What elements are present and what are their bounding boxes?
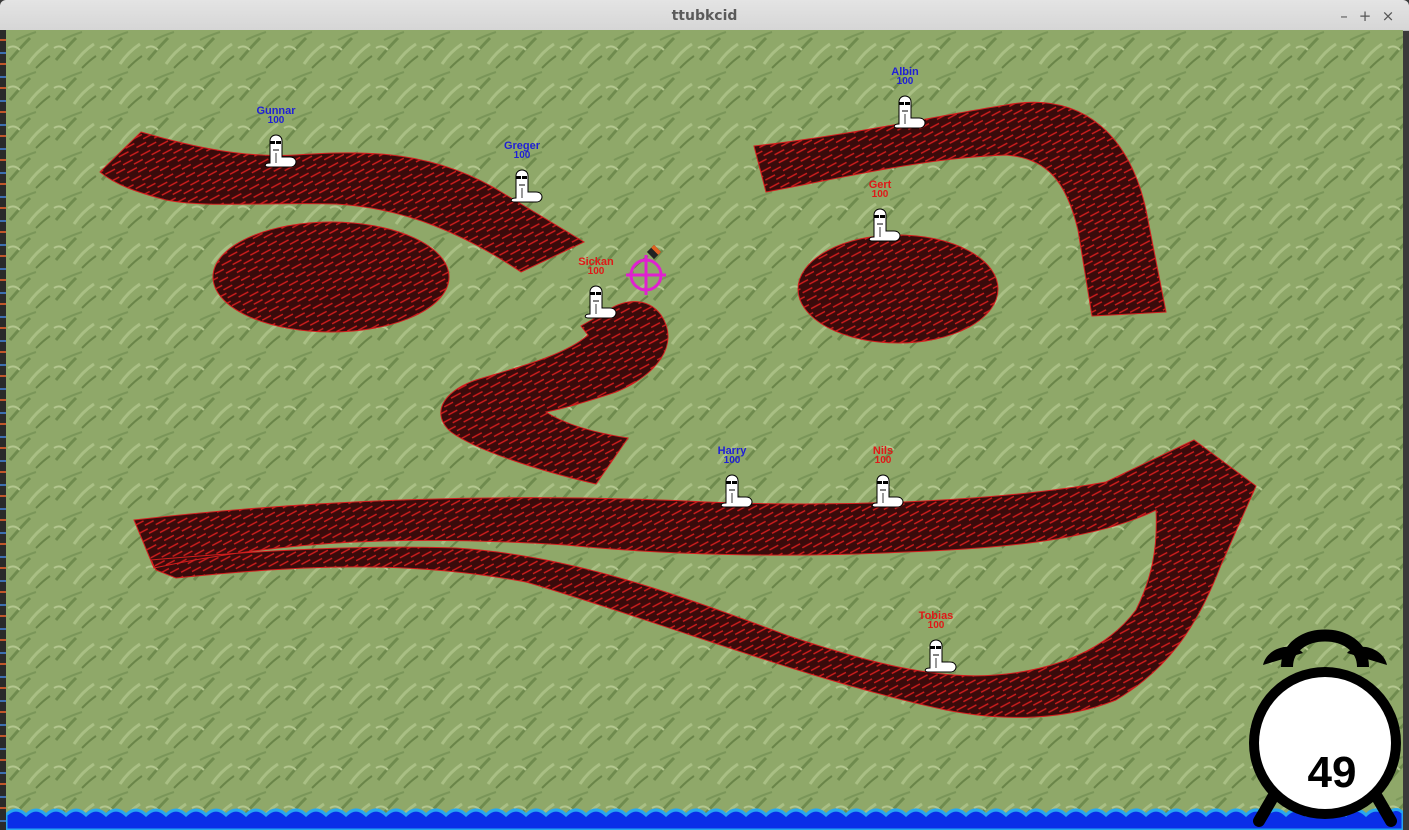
worm-label-sickan: Sickan 100: [566, 257, 626, 277]
worm-label-albin: Albin 100: [875, 67, 935, 87]
worm-health: 100: [874, 455, 892, 466]
worm-label-greger: Greger 100: [492, 141, 552, 161]
water: [6, 808, 1403, 830]
worm-label-nils: Nils 100: [853, 446, 913, 466]
worm-health: 100: [513, 150, 531, 161]
worm-health: 100: [896, 76, 914, 87]
title-bar[interactable]: ttubkcid – + ×: [0, 0, 1409, 31]
worm-label-harry: Harry 100: [702, 446, 762, 466]
terrain-right-oval: [797, 234, 999, 344]
worm-health: 100: [723, 455, 741, 466]
worm-label-tobias: Tobias 100: [906, 611, 966, 631]
worm-health: 100: [871, 189, 889, 200]
maximize-button[interactable]: +: [1356, 7, 1374, 25]
alarm-clock-icon: [1249, 629, 1401, 827]
window-title: ttubkcid: [671, 8, 738, 24]
worm-health: 100: [587, 266, 605, 277]
minimize-button[interactable]: –: [1335, 7, 1353, 25]
game-window: ttubkcid – + × Gunnar 100 Greger 100 Alb…: [0, 0, 1409, 830]
terrain-left-oval: [212, 221, 450, 333]
turn-timer: 49: [1307, 748, 1357, 797]
game-arena[interactable]: Gunnar 100 Greger 100 Albin 100 Harry 100 Gert 10…: [6, 30, 1403, 830]
worm-label-gert: Gert 100: [850, 180, 910, 200]
arena-canvas[interactable]: [6, 30, 1403, 830]
worm-health: 100: [267, 115, 285, 126]
worm-label-gunnar: Gunnar 100: [246, 106, 306, 126]
close-button[interactable]: ×: [1379, 7, 1397, 25]
worm-health: 100: [927, 620, 945, 631]
